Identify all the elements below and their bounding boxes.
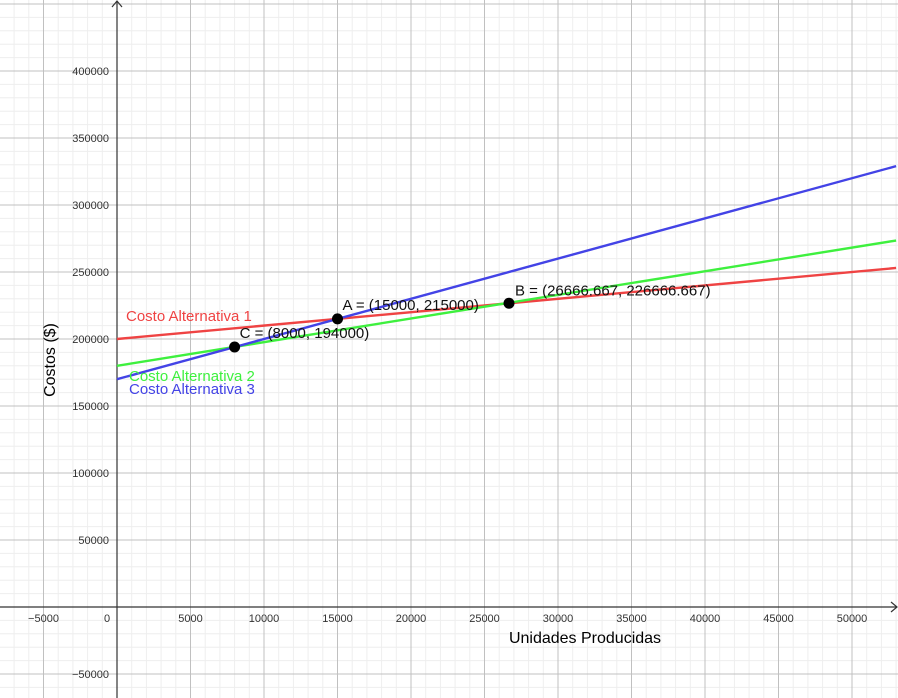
point-label: A = (15000, 215000) xyxy=(343,297,479,314)
point-label: B = (26666.667, 226666.667) xyxy=(515,282,711,299)
chart-plot: −5000 0 5000 10000 15000 20000 25000 30000 35000… xyxy=(0,0,898,698)
y-tick-label: 300000 xyxy=(72,200,109,212)
x-tick-label: −5000 xyxy=(28,613,59,625)
x-tick-label: 5000 xyxy=(178,613,202,625)
point-marker xyxy=(503,297,515,309)
x-axis-label: Unidades Producidas xyxy=(509,630,661,647)
series-label-3: Costo Alternativa 3 xyxy=(129,381,255,398)
y-tick-label: 200000 xyxy=(72,334,109,346)
y-tick-label: −50000 xyxy=(72,669,109,681)
x-tick-label: 0 xyxy=(104,613,110,625)
y-tick-label: 400000 xyxy=(72,66,109,78)
x-tick-label: 10000 xyxy=(249,613,280,625)
point-marker xyxy=(229,341,241,353)
x-tick-label: 25000 xyxy=(469,613,500,625)
point-marker xyxy=(332,313,343,325)
x-tick-label: 15000 xyxy=(322,613,353,625)
x-tick-label: 30000 xyxy=(543,613,574,625)
y-tick-label: 150000 xyxy=(72,401,109,413)
point-label: C = (8000, 194000) xyxy=(240,325,370,342)
x-tick-label: 40000 xyxy=(690,613,721,625)
y-tick-label: 100000 xyxy=(72,468,109,480)
y-axis-label: Costos ($) xyxy=(42,323,59,397)
x-tick-label: 35000 xyxy=(616,613,647,625)
y-tick-label: 350000 xyxy=(72,133,109,145)
series-label-1: Costo Alternativa 1 xyxy=(126,308,252,325)
y-tick-label: 250000 xyxy=(72,267,109,279)
x-tick-label: 20000 xyxy=(396,613,427,625)
y-tick-label: 50000 xyxy=(78,535,109,547)
x-tick-label: 45000 xyxy=(763,613,794,625)
x-tick-label: 50000 xyxy=(837,613,868,625)
minor-grid xyxy=(0,0,898,698)
